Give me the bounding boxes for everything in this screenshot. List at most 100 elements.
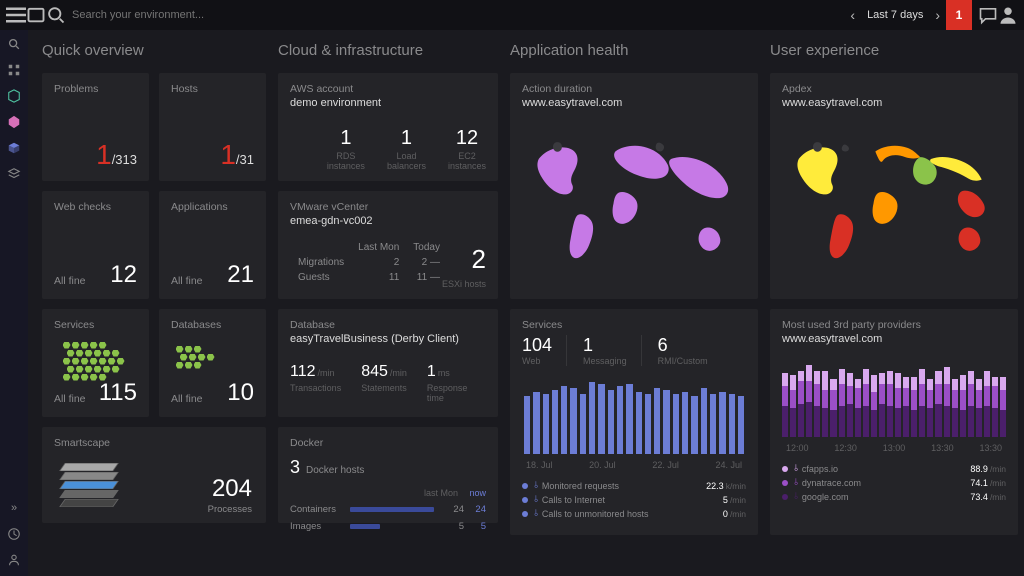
vmware-title: VMware vCenter bbox=[290, 201, 486, 213]
world-map-apdex bbox=[782, 115, 1006, 285]
tile-database[interactable]: Database easyTravelBusiness (Derby Clien… bbox=[278, 309, 498, 417]
tile-services-title: Services bbox=[54, 319, 137, 331]
tile-aws[interactable]: AWS account demo environment 1RDSinstanc… bbox=[278, 73, 498, 181]
vm-row-mig: Migrations bbox=[292, 256, 350, 269]
svc-rmi-n: 6 bbox=[658, 335, 708, 356]
providers-title: Most used 3rd party providers bbox=[782, 319, 1006, 331]
logo-icon[interactable] bbox=[26, 5, 46, 25]
tile-services-small[interactable]: Services All fine 115 bbox=[42, 309, 149, 417]
col-health-title: Application health bbox=[510, 42, 758, 59]
db-rt-n: 1 bbox=[427, 363, 436, 380]
tile-vmware[interactable]: VMware vCenter emea-gdn-vc002 Last MonTo… bbox=[278, 191, 498, 299]
docker-title: Docker bbox=[290, 437, 486, 449]
menu-icon[interactable] bbox=[6, 5, 26, 25]
problems-denom: /313 bbox=[112, 152, 137, 167]
db-rt-l: Response time bbox=[427, 383, 486, 403]
problems-numer: 1 bbox=[96, 139, 112, 170]
tile-services-large[interactable]: Services 104Web 1Messaging 6RMI/Custom 1… bbox=[510, 309, 758, 535]
col-overview: Quick overview Problems 1/313 Hosts 1/31… bbox=[42, 42, 266, 564]
svc-x3: 24. Jul bbox=[715, 460, 742, 470]
nav-cube-icon[interactable] bbox=[6, 88, 22, 104]
providers-stacked-chart bbox=[782, 365, 1006, 437]
tile-hosts[interactable]: Hosts 1/31 bbox=[159, 73, 266, 181]
nav-search-icon[interactable] bbox=[6, 36, 22, 52]
applications-status: All fine bbox=[171, 275, 203, 287]
db-st-l: Statements bbox=[361, 383, 407, 393]
time-next-icon[interactable]: › bbox=[929, 7, 946, 23]
hosts-numer: 1 bbox=[220, 139, 236, 170]
tile-action-duration[interactable]: Action duration www.easytravel.com bbox=[510, 73, 758, 299]
time-prev-icon[interactable]: ‹ bbox=[844, 7, 861, 23]
nav-box-icon[interactable] bbox=[6, 140, 22, 156]
tile-apdex[interactable]: Apdex www.easytravel.com bbox=[770, 73, 1018, 299]
prov-x3: 13:30 bbox=[931, 443, 954, 453]
tile-databases[interactable]: Databases All fine 10 bbox=[159, 309, 266, 417]
db-rt-u: ms bbox=[438, 368, 450, 378]
tile-providers[interactable]: Most used 3rd party providers www.easytr… bbox=[770, 309, 1018, 535]
providers-legend: ⫰cfapps.io88.9/min⫰dynatrace.com74.1/min… bbox=[782, 463, 1006, 502]
tile-databases-title: Databases bbox=[171, 319, 254, 331]
docker-big: 3 bbox=[290, 457, 300, 477]
aws-lb-l1: Load bbox=[396, 151, 416, 161]
applications-value: 21 bbox=[227, 261, 254, 289]
search-icon[interactable] bbox=[46, 5, 66, 25]
docker-col-lastmon: last Mon bbox=[414, 488, 458, 498]
docker-col-now: now bbox=[458, 488, 486, 498]
action-sub: www.easytravel.com bbox=[522, 97, 746, 109]
db-tx-u: /min bbox=[318, 368, 335, 378]
docker-row-img: Images bbox=[290, 521, 350, 532]
col-cloud-title: Cloud & infrastructure bbox=[278, 42, 498, 59]
search-input[interactable] bbox=[72, 9, 372, 21]
time-range-label[interactable]: Last 7 days bbox=[861, 9, 929, 21]
col-health: Application health Action duration www.e… bbox=[510, 42, 758, 564]
docker-big-label: Docker hosts bbox=[306, 465, 364, 476]
nav-person-icon[interactable] bbox=[6, 552, 22, 568]
layers-icon bbox=[62, 465, 116, 510]
vmware-big: 2 bbox=[472, 244, 486, 275]
tile-smartscape-title: Smartscape bbox=[54, 437, 254, 449]
hosts-denom: /31 bbox=[236, 152, 254, 167]
databases-status: All fine bbox=[171, 393, 203, 405]
nav-grid-icon[interactable] bbox=[6, 62, 22, 78]
col-overview-title: Quick overview bbox=[42, 42, 266, 59]
user-icon[interactable] bbox=[998, 5, 1018, 25]
vmware-sub: emea-gdn-vc002 bbox=[290, 215, 486, 227]
webchecks-status: All fine bbox=[54, 275, 86, 287]
chat-icon[interactable] bbox=[978, 5, 998, 25]
sidebar: » bbox=[0, 30, 28, 576]
prov-x1: 12:30 bbox=[834, 443, 857, 453]
tile-applications[interactable]: Applications All fine 21 bbox=[159, 191, 266, 299]
docker-img-last: 5 bbox=[442, 521, 464, 532]
tile-webchecks[interactable]: Web checks All fine 12 bbox=[42, 191, 149, 299]
col-cloud: Cloud & infrastructure AWS account demo … bbox=[278, 42, 498, 564]
nav-layers-icon[interactable] bbox=[6, 166, 22, 182]
dashboard-grid: Quick overview Problems 1/313 Hosts 1/31… bbox=[28, 30, 1024, 576]
vm-col-today: Today bbox=[407, 241, 446, 254]
tile-smartscape[interactable]: Smartscape 204 Processes bbox=[42, 427, 266, 523]
smartscape-label: Processes bbox=[208, 504, 252, 515]
hex-cluster-icon bbox=[62, 341, 125, 381]
vm-guest-last: 11 bbox=[352, 271, 405, 284]
vm-mig-today: 2 bbox=[422, 257, 428, 268]
svc-web-n: 104 bbox=[522, 335, 552, 356]
nav-hex-icon[interactable] bbox=[6, 114, 22, 130]
prov-x2: 13:00 bbox=[883, 443, 906, 453]
nav-clock-icon[interactable] bbox=[6, 526, 22, 542]
tile-problems[interactable]: Problems 1/313 bbox=[42, 73, 149, 181]
world-map-purple bbox=[522, 115, 746, 285]
prov-x0: 12:00 bbox=[786, 443, 809, 453]
tile-webchecks-title: Web checks bbox=[54, 201, 137, 213]
col-ux-title: User experience bbox=[770, 42, 1018, 59]
docker-img-now: 5 bbox=[464, 521, 486, 532]
aws-ec2-l1: EC2 bbox=[458, 151, 476, 161]
tile-applications-title: Applications bbox=[171, 201, 254, 213]
svc-msg-n: 1 bbox=[583, 335, 627, 356]
nav-expand-icon[interactable]: » bbox=[6, 500, 22, 516]
apdex-sub: www.easytravel.com bbox=[782, 97, 1006, 109]
svc-web-l: Web bbox=[522, 356, 552, 366]
aws-rds-l2: instances bbox=[327, 161, 365, 171]
docker-cont-now: 24 bbox=[464, 504, 486, 515]
alert-badge[interactable]: 1 bbox=[946, 0, 972, 30]
db-tx-l: Transactions bbox=[290, 383, 341, 393]
tile-docker[interactable]: Docker 3Docker hosts last Monnow Contain… bbox=[278, 427, 498, 523]
